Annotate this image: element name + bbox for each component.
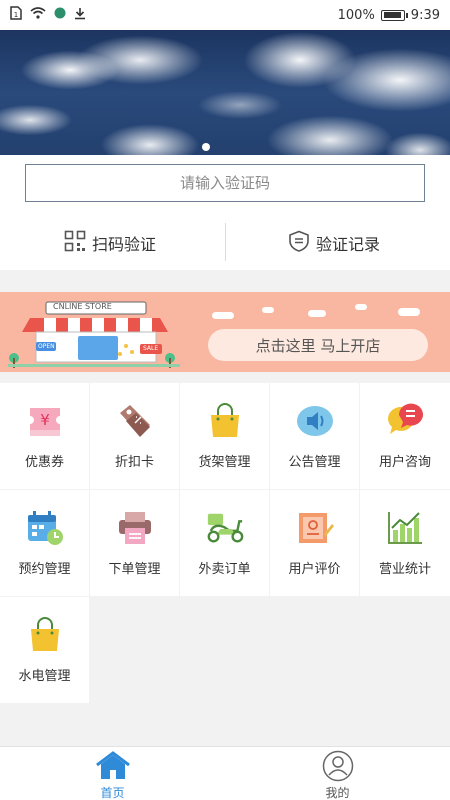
shopping-bag-icon xyxy=(25,615,65,655)
sale-tag: SALE xyxy=(143,345,159,352)
status-bar: 1 100% 9:39 xyxy=(0,0,450,30)
grid-item-label: 货架管理 xyxy=(198,455,251,470)
tab-home-label: 首页 xyxy=(100,786,125,800)
tab-me[interactable]: 我的 xyxy=(225,747,450,800)
app-screen: 1 100% 9:39 请输入验证码 扫码验证 验证记录 CNLINE STOR… xyxy=(0,0,450,800)
svg-text:¥: ¥ xyxy=(40,411,50,429)
grid-item-label: 用户咨询 xyxy=(378,455,431,470)
grid-item-label: 水电管理 xyxy=(18,669,71,684)
wifi-icon xyxy=(30,7,46,23)
svg-text:1: 1 xyxy=(14,11,18,19)
grid-item-label: 优惠券 xyxy=(24,455,64,470)
banner-carousel[interactable] xyxy=(0,30,450,155)
carousel-indicator-dot xyxy=(202,143,210,151)
verify-records-label: 验证记录 xyxy=(316,235,381,254)
decor-cloud xyxy=(262,307,274,313)
clock: 9:39 xyxy=(410,7,440,23)
status-left-icons: 1 xyxy=(10,6,86,24)
home-icon xyxy=(93,750,133,782)
grid-item-business-statistics[interactable]: 营业统计 xyxy=(360,490,450,596)
decor-cloud xyxy=(212,312,234,319)
open-tag: OPEN xyxy=(38,343,55,350)
store-sign: CNLINE STORE xyxy=(53,302,112,311)
verification-code-input[interactable] xyxy=(25,164,425,202)
decor-cloud xyxy=(398,308,420,316)
speaker-icon xyxy=(295,401,335,441)
battery-percent: 100% xyxy=(337,7,375,23)
qr-scan-icon xyxy=(64,230,86,256)
printer-icon xyxy=(115,508,155,548)
grid-item-reservation-management[interactable]: 预约管理 xyxy=(0,490,89,596)
tab-home[interactable]: 首页 xyxy=(0,747,225,800)
open-store-promo[interactable]: CNLINE STORE OPEN SALE 点击这里 马上开店 xyxy=(0,292,450,372)
grid-item-discount-card[interactable]: 折扣卡 xyxy=(90,383,179,489)
decor-cloud xyxy=(308,310,326,317)
decor-cloud xyxy=(355,304,367,310)
tab-me-label: 我的 xyxy=(325,786,350,800)
app-notification-icon xyxy=(54,7,66,23)
bottom-navigation: 首页 我的 xyxy=(0,746,450,800)
verification-panel: 扫码验证 验证记录 xyxy=(0,155,450,270)
bar-chart-icon xyxy=(385,508,425,548)
chat-bubbles-icon xyxy=(385,401,425,441)
grid-item-label: 下单管理 xyxy=(108,562,161,577)
grid-item-order-management[interactable]: 下单管理 xyxy=(90,490,179,596)
grid-item-user-consultation[interactable]: 用户咨询 xyxy=(360,383,450,489)
grid-item-label: 用户评价 xyxy=(288,562,341,577)
grid-item-label: 公告管理 xyxy=(288,455,341,470)
grid-item-announcement-management[interactable]: 公告管理 xyxy=(270,383,359,489)
discount-tag-icon xyxy=(115,401,155,441)
download-icon xyxy=(74,7,86,24)
shield-icon xyxy=(288,230,310,256)
grid-item-label: 预约管理 xyxy=(18,562,71,577)
battery-icon xyxy=(380,9,408,21)
sim-icon: 1 xyxy=(10,6,22,24)
verify-records-button[interactable]: 验证记录 xyxy=(288,225,380,261)
open-store-button[interactable]: 点击这里 马上开店 xyxy=(208,329,428,361)
shopping-bag-icon xyxy=(205,401,245,441)
grid-item-label: 折扣卡 xyxy=(114,455,154,470)
function-grid: ¥ 优惠券 折扣卡 货架管理 公告管理 用户咨询 预约管理 下单管理 外卖订单 … xyxy=(0,383,450,703)
status-right: 100% 9:39 xyxy=(338,8,440,23)
scooter-icon xyxy=(205,508,245,548)
scan-verify-button[interactable]: 扫码验证 xyxy=(64,225,156,261)
user-profile-icon xyxy=(318,750,358,782)
action-divider xyxy=(225,223,226,261)
calendar-clock-icon xyxy=(25,508,65,548)
scan-verify-label: 扫码验证 xyxy=(92,235,157,254)
grid-item-coupon[interactable]: ¥ 优惠券 xyxy=(0,383,89,489)
grid-item-takeout-orders[interactable]: 外卖订单 xyxy=(180,490,269,596)
grid-item-user-reviews[interactable]: 用户评价 xyxy=(270,490,359,596)
grid-item-shelf-management[interactable]: 货架管理 xyxy=(180,383,269,489)
grid-item-label: 营业统计 xyxy=(378,562,431,577)
grid-item-utilities-management[interactable]: 水电管理 xyxy=(0,597,89,703)
coupon-icon: ¥ xyxy=(25,401,65,441)
review-note-icon xyxy=(295,508,335,548)
grid-item-label: 外卖订单 xyxy=(198,562,251,577)
